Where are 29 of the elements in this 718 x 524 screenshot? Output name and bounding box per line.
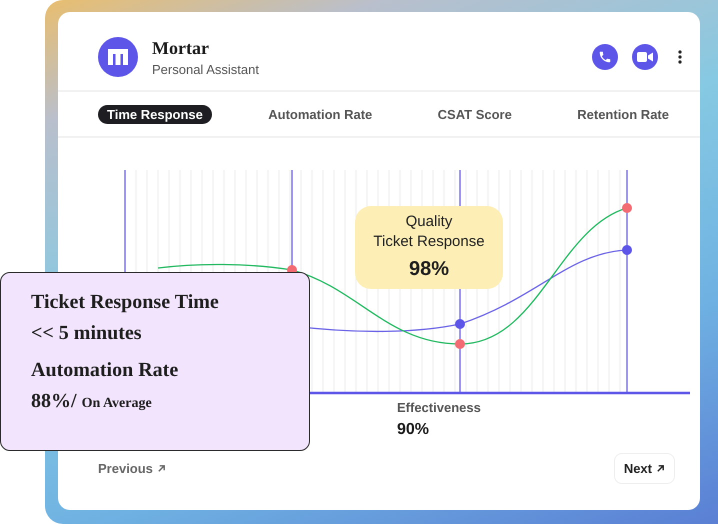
video-camera-icon	[637, 51, 653, 63]
data-point	[622, 203, 632, 213]
data-point	[622, 245, 632, 255]
more-options-icon[interactable]	[678, 50, 682, 64]
tab[interactable]: Time Response	[98, 104, 212, 124]
summary-value: 88%/	[31, 390, 77, 413]
next-button[interactable]: Next	[614, 453, 675, 484]
stat-label: Effectiveness	[397, 400, 482, 415]
arrow-up-right-icon	[656, 464, 665, 473]
tab[interactable]: Automation Rate	[259, 104, 382, 124]
tab[interactable]: CSAT Score	[428, 104, 521, 124]
assistant-name: Mortar	[152, 38, 210, 58]
video-button[interactable]	[632, 44, 658, 70]
summary-value: << 5 minutes	[31, 322, 142, 345]
assistant-role: Personal Assistant	[152, 62, 259, 76]
phone-button[interactable]	[592, 44, 618, 70]
phone-icon	[598, 50, 612, 64]
summary-label: Automation Rate	[31, 359, 180, 382]
tab[interactable]: Retention Rate	[568, 104, 678, 124]
tooltip-value: 98%	[408, 258, 450, 281]
stat-value: 90%	[397, 421, 430, 439]
arrow-up-right-icon	[156, 464, 166, 473]
data-point	[455, 319, 465, 329]
logo-icon	[98, 37, 138, 77]
summary-label: Ticket Response Time	[31, 291, 220, 314]
tooltip-title: Quality Ticket Response	[373, 212, 485, 252]
summary-note: On Average	[82, 396, 152, 412]
data-point	[455, 339, 465, 349]
previous-link[interactable]: Previous	[98, 461, 166, 476]
